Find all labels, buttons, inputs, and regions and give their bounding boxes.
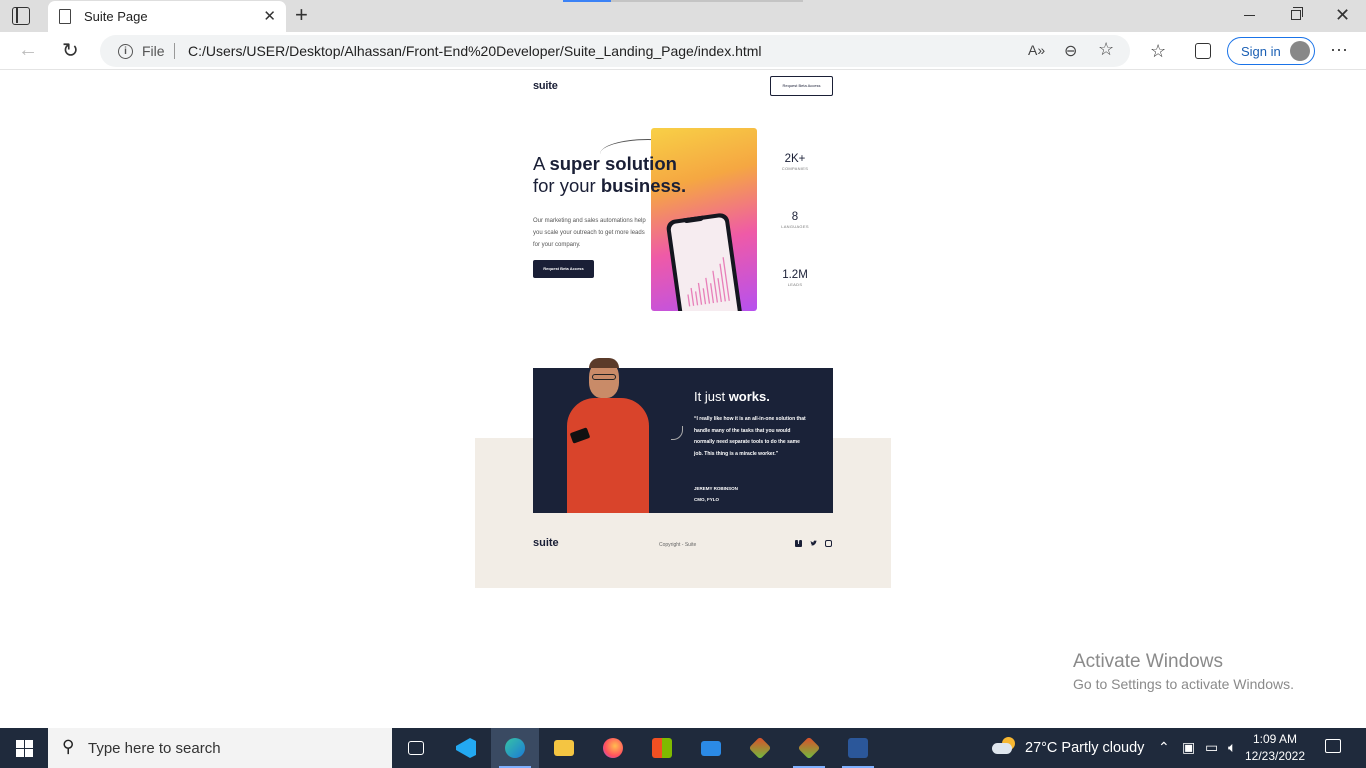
twitter-icon[interactable] [810,540,817,547]
info-icon[interactable]: i [118,44,133,59]
window-close-icon[interactable]: ✕ [1335,5,1350,26]
search-icon: ⚲ [62,737,75,756]
copyright-text: Copyright - Suite [659,542,697,548]
testimonial-title: It just works. [694,389,770,404]
battery-icon[interactable]: ▭ [1205,739,1218,756]
testimonial-role: CMO, FYLO [694,497,719,502]
volume-icon[interactable]: 🔈︎ [1228,739,1236,756]
file-scheme-label: File [142,43,165,59]
stat-languages: 8 LANGUAGES [781,211,809,229]
separator [174,43,175,59]
git-gui-icon[interactable] [736,728,784,768]
search-placeholder: Type here to search [88,740,221,757]
address-bar[interactable]: i File C:/Users/USER/Desktop/Alhassan/Fr… [100,35,1130,67]
testimonial-quote: “I really like how it is an all-in-one s… [694,416,806,458]
stat-leads: 1.2M LEADS [782,269,808,287]
minimize-icon[interactable] [1244,15,1255,16]
hero-title: A super solution for your business. [533,153,687,196]
notification-icon[interactable] [1325,739,1341,753]
microsoft-store-icon[interactable] [638,728,686,768]
firefox-icon[interactable] [589,728,637,768]
git-gui-icon-2[interactable] [785,728,833,768]
footer-logo[interactable]: suite [533,537,559,549]
instagram-icon[interactable] [825,540,832,547]
network-icon[interactable]: ▣ [1182,739,1195,756]
back-icon[interactable]: ← [18,39,38,62]
site-logo[interactable]: suite [533,80,558,92]
weather-text[interactable]: 27°C Partly cloudy [1025,740,1144,756]
page-viewport: suite Request Beta Access A super soluti… [0,71,1366,728]
sign-in-button[interactable]: Sign in [1227,37,1315,65]
document-icon [59,9,71,24]
edge-icon[interactable] [491,728,539,768]
weather-icon[interactable] [992,737,1016,757]
chevron-up-icon[interactable]: ⌃ [1158,739,1170,756]
facebook-icon[interactable]: f [795,540,802,547]
browser-tab-bar: Suite Page ✕ + ✕ [0,0,1366,32]
activate-windows-title: Activate Windows [1073,651,1223,672]
url-text[interactable]: C:/Users/USER/Desktop/Alhassan/Front-End… [188,43,762,59]
add-favorite-icon[interactable]: ☆ [1098,39,1114,60]
activate-windows-subtitle: Go to Settings to activate Windows. [1073,676,1294,692]
browser-toolbar: ← ↻ i File C:/Users/USER/Desktop/Alhassa… [0,32,1366,70]
browser-tab[interactable]: Suite Page ✕ [48,1,286,32]
close-tab-icon[interactable]: ✕ [263,7,276,25]
tab-actions-icon[interactable] [12,7,30,25]
taskbar-search-box[interactable]: ⚲ Type here to search [48,728,392,768]
phone-chart-bars [687,257,730,307]
task-view-icon[interactable] [392,728,440,768]
word-icon[interactable] [834,728,882,768]
windows-taskbar: ⚲ Type here to search 27°C Partly cloudy… [0,728,1366,768]
hero-description: Our marketing and sales automations help… [533,218,646,248]
phone-illustration [665,212,744,311]
system-clock[interactable]: 1:09 AM 12/23/2022 [1244,731,1306,765]
favorites-icon[interactable]: ☆ [1150,41,1166,62]
testimonial-card: It just works. “I really like how it is … [533,358,833,513]
avatar [1290,41,1310,61]
file-explorer-icon[interactable] [540,728,588,768]
decorative-curve [671,426,683,440]
collections-icon[interactable] [1195,43,1211,59]
vscode-icon[interactable] [442,728,490,768]
activate-windows-watermark: Activate Windows Go to Settings to activ… [1073,651,1294,695]
windows-start-icon[interactable] [16,740,33,757]
zoom-out-icon[interactable]: ⊖ [1064,41,1077,61]
phone-screen [670,216,739,311]
testimonial-name: JEREMY ROBINSON [694,486,738,491]
more-menu-icon[interactable]: ··· [1330,39,1348,60]
read-aloud-icon[interactable]: A» [1028,42,1045,58]
header-request-beta-button[interactable]: Request Beta Access [770,76,833,96]
refresh-icon[interactable]: ↻ [62,38,79,63]
mail-icon[interactable] [687,728,735,768]
new-tab-icon[interactable]: + [295,3,308,27]
sign-in-label: Sign in [1241,44,1281,59]
tab-title: Suite Page [84,9,148,24]
testimonial-person-photo [559,358,659,513]
tab-strip-indicator [563,0,803,2]
restore-icon[interactable] [1291,7,1303,20]
stat-companies: 2K+ COMPANIES [781,153,809,171]
hero-request-beta-button[interactable]: Request Beta Access [533,260,594,278]
